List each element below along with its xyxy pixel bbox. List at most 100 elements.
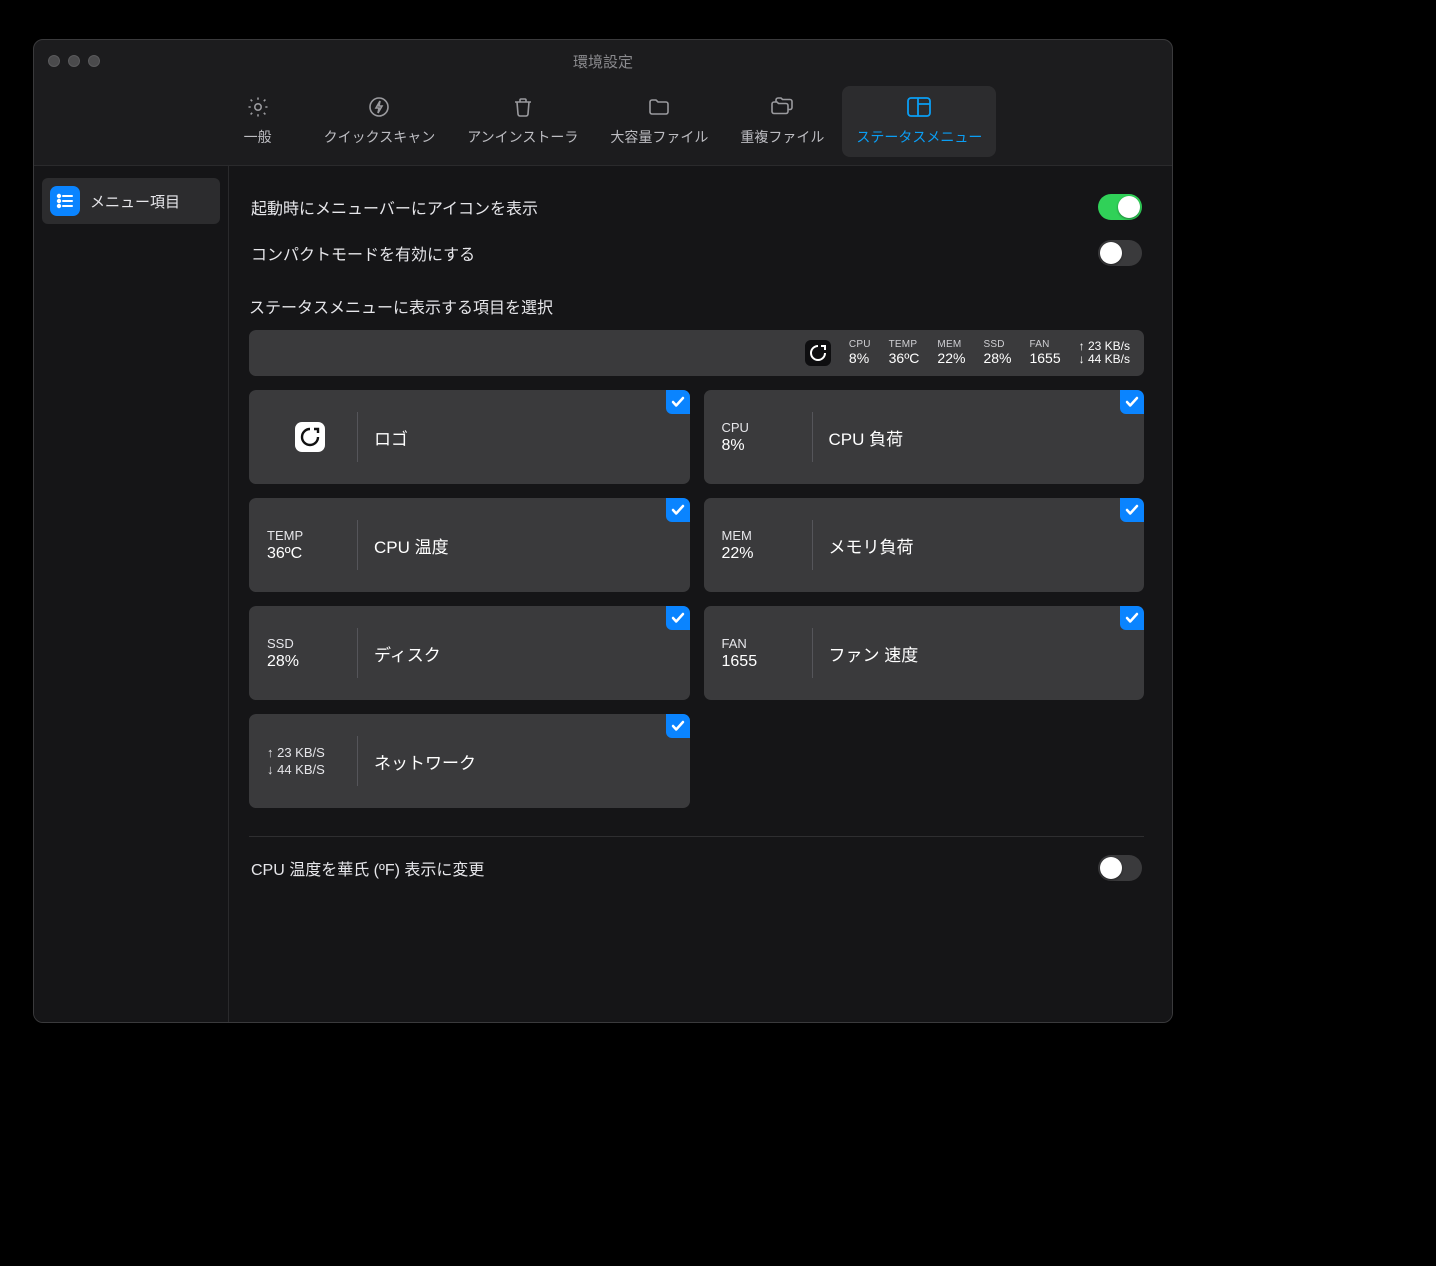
separator [812,520,813,570]
tab-label: クイックスキャン [324,127,436,147]
toolbar: 一般 クイックスキャン アンインストーラ [34,82,1172,165]
items-grid: ロゴ CPU 8% CPU 負荷 [249,390,1144,808]
separator [812,412,813,462]
tab-quickscan[interactable]: クイックスキャン [310,86,450,157]
stat-value: 8% [849,351,871,366]
item-temp[interactable]: TEMP 36ºC CPU 温度 [249,498,690,592]
net-down: ↓ 44 KB/s [1079,353,1130,366]
list-icon [50,186,80,216]
check-icon [666,714,690,738]
card-title: CPU 負荷 [829,425,904,450]
tab-largefiles[interactable]: 大容量ファイル [596,86,722,157]
stat-value: 28% [267,653,353,671]
preview-fan: FAN 1655 [1029,340,1060,365]
separator [357,412,358,462]
item-network[interactable]: ↑ 23 KB/S ↓ 44 KB/S ネットワーク [249,714,690,808]
card-stat: TEMP 36ºC [267,528,353,563]
card-stat: ↑ 23 KB/S ↓ 44 KB/S [267,745,353,777]
row-label: 起動時にメニューバーにアイコンを表示 [251,195,538,219]
tab-label: アンインストーラ [467,127,578,147]
toggle-fahrenheit[interactable] [1098,855,1142,881]
check-icon [666,390,690,414]
stat-value: 22% [937,351,965,366]
sidebar-item-label: メニュー項目 [90,191,180,212]
card-title: メモリ負荷 [829,533,914,558]
stat-value: 1655 [1029,351,1060,366]
stat-label: SSD [267,636,353,651]
preview-cpu: CPU 8% [849,340,871,365]
tab-label: 一般 [244,127,272,147]
card-icon-area [267,422,353,452]
card-title: ネットワーク [374,749,476,774]
card-stat: CPU 8% [722,420,808,455]
panel-icon [906,94,932,120]
sidebar: メニュー項目 [34,166,229,1022]
row-compact-mode: コンパクトモードを有効にする [249,230,1144,276]
tab-uninstaller[interactable]: アンインストーラ [453,86,592,157]
status-preview: CPU 8% TEMP 36ºC MEM 22% SSD 28% FAN 1 [249,330,1144,376]
separator [812,628,813,678]
toggle-compact-mode[interactable] [1098,240,1142,266]
tab-label: ステータスメニュー [856,127,982,147]
card-stat: SSD 28% [267,636,353,671]
row-label: コンパクトモードを有効にする [251,241,475,265]
tab-statusmenu[interactable]: ステータスメニュー [842,86,996,157]
item-cpu[interactable]: CPU 8% CPU 負荷 [704,390,1145,484]
row-show-icon: 起動時にメニューバーにアイコンを表示 [249,184,1144,230]
stat-label: FAN [722,636,808,651]
net-up: ↑ 23 KB/S [267,745,353,760]
tab-duplicates[interactable]: 重複ファイル [726,86,838,157]
content: 起動時にメニューバーにアイコンを表示 コンパクトモードを有効にする ステータスメ… [229,166,1172,1022]
folder-icon [646,94,672,120]
stat-label: CPU [722,420,808,435]
tab-general[interactable]: 一般 [210,86,306,157]
window-title: 環境設定 [34,51,1172,72]
gear-icon [245,94,271,120]
item-fan[interactable]: FAN 1655 ファン 速度 [704,606,1145,700]
row-label: CPU 温度を華氏 (ºF) 表示に変更 [251,856,484,880]
stat-value: 1655 [722,653,808,671]
check-icon [666,498,690,522]
item-logo[interactable]: ロゴ [249,390,690,484]
check-icon [666,606,690,630]
preferences-window: 環境設定 一般 クイックスキャン [33,39,1173,1023]
separator [357,736,358,786]
card-stat: FAN 1655 [722,636,808,671]
folders-icon [769,94,795,120]
section-title: ステータスメニューに表示する項目を選択 [249,294,1144,318]
net-down: ↓ 44 KB/S [267,762,353,777]
card-title: ディスク [374,641,441,666]
preview-temp: TEMP 36ºC [889,340,920,365]
preview-mem: MEM 22% [937,340,965,365]
stat-label: TEMP [267,528,353,543]
check-icon [1120,606,1144,630]
row-fahrenheit: CPU 温度を華氏 (ºF) 表示に変更 [249,845,1144,891]
stat-value: 28% [983,351,1011,366]
check-icon [1120,390,1144,414]
preview-net: ↑ 23 KB/s ↓ 44 KB/s [1079,340,1130,365]
logo-icon [805,340,831,366]
item-mem[interactable]: MEM 22% メモリ負荷 [704,498,1145,592]
body: メニュー項目 起動時にメニューバーにアイコンを表示 コンパクトモードを有効にする… [34,165,1172,1022]
preview-ssd: SSD 28% [983,340,1011,365]
stat-value: 22% [722,545,808,563]
logo-icon [295,422,325,452]
separator [357,520,358,570]
toggle-show-icon[interactable] [1098,194,1142,220]
separator [357,628,358,678]
sidebar-item-menu-items[interactable]: メニュー項目 [42,178,220,224]
stat-label: MEM [722,528,808,543]
card-stat: MEM 22% [722,528,808,563]
card-title: ファン 速度 [829,641,919,666]
stat-value: 8% [722,437,808,455]
card-title: ロゴ [374,425,408,450]
stat-value: 36ºC [889,351,920,366]
divider [249,836,1144,837]
stat-value: 36ºC [267,545,353,563]
trash-icon [510,94,536,120]
tab-label: 大容量ファイル [610,127,708,147]
lightning-circle-icon [366,94,392,120]
item-ssd[interactable]: SSD 28% ディスク [249,606,690,700]
titlebar: 環境設定 [34,40,1172,82]
tab-label: 重複ファイル [740,127,824,147]
